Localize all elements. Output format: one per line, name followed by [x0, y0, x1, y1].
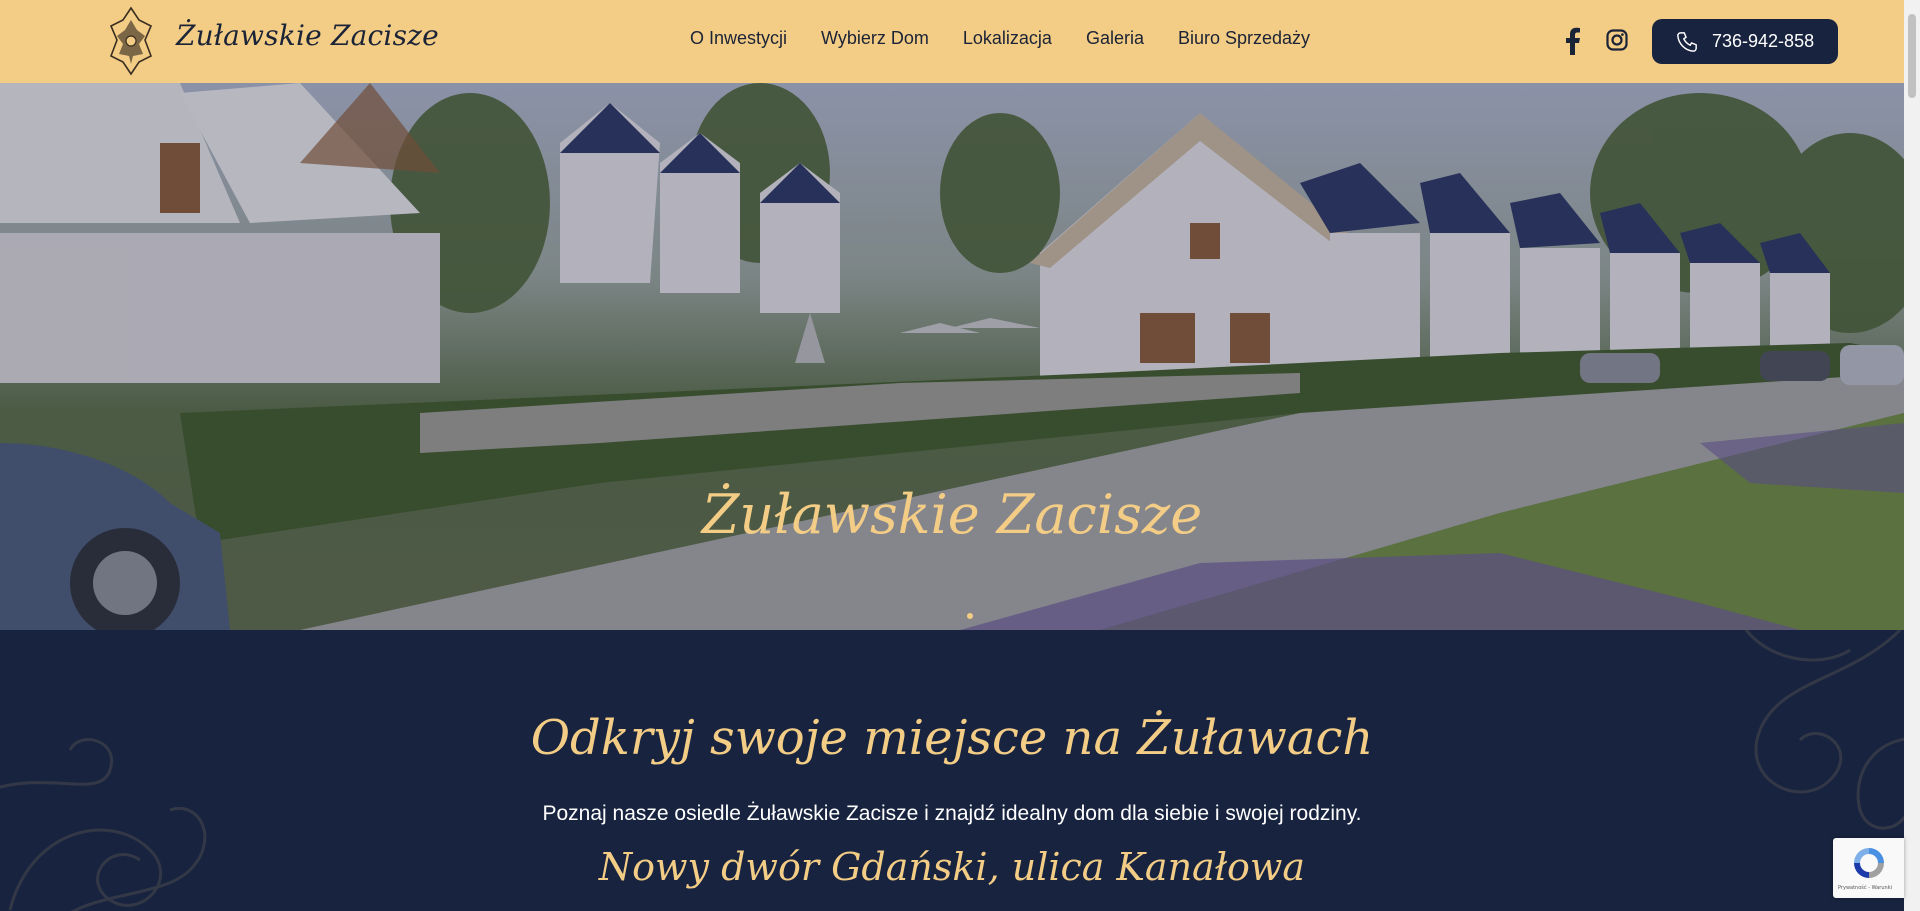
intro-heading: Odkryj swoje miejsce na Żuławach: [530, 710, 1374, 766]
phone-button[interactable]: 736-942-858: [1652, 19, 1838, 64]
instagram-icon[interactable]: [1606, 29, 1628, 51]
logo-ornament-icon[interactable]: [105, 6, 158, 76]
nav-link-biuro-sprzedazy[interactable]: Biuro Sprzedaży: [1178, 28, 1310, 49]
hero-title: Żuławskie Zacisze: [701, 483, 1203, 546]
intro-section: Odkryj swoje miejsce na Żuławach Poznaj …: [0, 630, 1904, 911]
phone-number: 736-942-858: [1712, 31, 1815, 51]
hero-overlay: [0, 83, 1904, 630]
recaptcha-footer[interactable]: Prywatność - Warunki: [1838, 885, 1892, 891]
site-header: Żuławskie Zacisze O Inwestycji Wybierz D…: [0, 0, 1904, 83]
nav-link-o-inwestycji[interactable]: O Inwestycji: [690, 28, 787, 49]
nav-link-wybierz-dom[interactable]: Wybierz Dom: [821, 28, 929, 49]
slider-dot-active[interactable]: [967, 613, 973, 619]
page-scrollbar[interactable]: [1904, 0, 1920, 911]
scrollbar-thumb[interactable]: [1908, 14, 1916, 98]
phone-icon: [1677, 31, 1697, 52]
brand-name[interactable]: Żuławskie Zacisze: [176, 19, 439, 52]
hero-slider: Żuławskie Zacisze: [0, 83, 1904, 630]
main-nav: O Inwestycji Wybierz Dom Lokalizacja Gal…: [690, 28, 1310, 49]
intro-address: Nowy dwór Gdański, ulica Kanałowa: [598, 845, 1306, 889]
nav-link-galeria[interactable]: Galeria: [1086, 28, 1144, 49]
recaptcha-icon: [1854, 848, 1884, 878]
facebook-icon[interactable]: [1562, 27, 1582, 55]
recaptcha-badge[interactable]: Prywatność - Warunki: [1833, 838, 1904, 898]
intro-text: Poznaj nasze osiedle Żuławskie Zacisze i…: [542, 802, 1362, 825]
nav-link-lokalizacja[interactable]: Lokalizacja: [963, 28, 1052, 49]
